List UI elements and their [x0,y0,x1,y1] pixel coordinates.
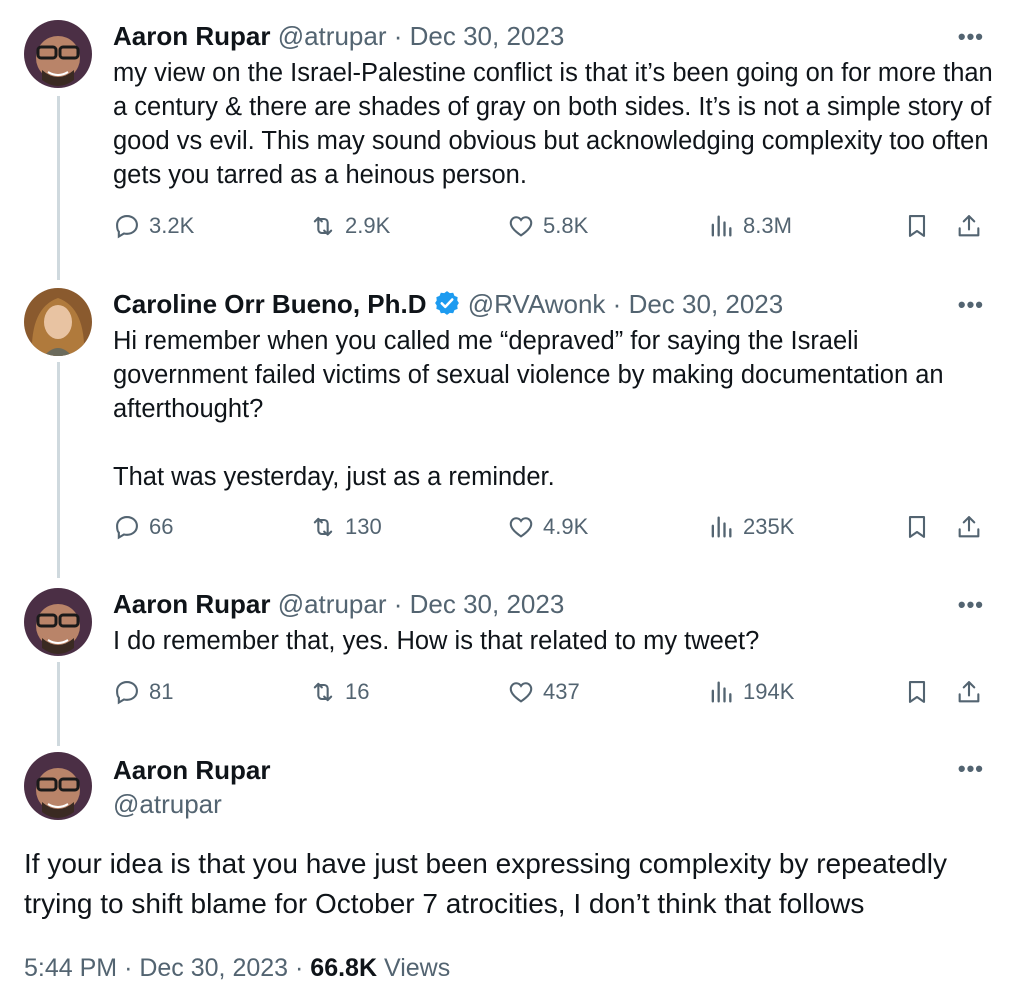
share-icon [958,516,980,538]
views-button[interactable]: 235K [707,513,794,541]
repost-button[interactable]: 16 [309,678,369,706]
views-label: Views [383,954,451,982]
tweet-paragraph: Hi remember when you called me “depraved… [113,327,944,423]
tweet-text: Hi remember when you called me “depraved… [113,324,993,494]
like-button[interactable]: 4.9K [507,513,588,541]
reply-count: 3.2K [149,213,195,238]
reply-tweet[interactable]: Caroline Orr Bueno, Ph.D @RVAwonk · Dec … [0,288,1020,558]
tweet-header: Aaron Rupar @atrupar [113,754,270,820]
more-options-icon[interactable]: ••• [958,24,984,50]
tweet-date[interactable]: Dec 30, 2023 [410,589,565,619]
tweet-text: I do remember that, yes. How is that rel… [113,627,760,655]
separator: · [393,589,403,619]
heart-icon [509,682,533,703]
share-icon [958,681,980,703]
reply-button[interactable]: 3.2K [113,212,194,240]
reply-button[interactable]: 81 [113,678,173,706]
views-button[interactable]: 8.3M [707,212,792,240]
like-button[interactable]: 437 [507,678,580,706]
action-bar: 66 130 4.9K 235K [113,513,993,553]
tweet-date[interactable]: Dec 30, 2023 [629,289,784,319]
tweet-text: If your idea is that you have just been … [24,848,947,919]
reply-count: 81 [149,679,174,704]
reply-tweet[interactable]: Aaron Rupar @atrupar · Dec 30, 2023 ••• … [0,20,1020,260]
separator: · [612,289,622,319]
separator: · [295,954,304,982]
bookmark-icon [908,215,926,237]
separator: · [393,21,403,51]
like-count: 5.8K [543,213,589,238]
tweet-paragraph: That was yesterday, just as a reminder. [113,463,555,491]
views-button[interactable]: 194K [707,678,794,706]
reply-count: 66 [149,514,174,539]
action-bar: 3.2K 2.9K 5.8K 8.3M [113,212,993,252]
avatar[interactable] [24,288,92,356]
main-tweet: Aaron Rupar @atrupar ••• If your idea is… [0,752,1020,992]
repost-button[interactable]: 2.9K [309,212,390,240]
heart-icon [509,216,533,237]
share-button[interactable] [955,212,983,240]
repost-icon [313,216,333,236]
author-handle[interactable]: @atrupar [278,589,387,619]
reply-button[interactable]: 66 [113,513,173,541]
views-count: 8.3M [743,213,792,238]
tweet-date[interactable]: Dec 30, 2023 [139,954,288,982]
avatar[interactable] [24,752,92,820]
avatar[interactable] [24,20,92,88]
views-count: 66.8K [310,954,378,982]
reply-icon [116,215,138,239]
like-count: 437 [543,679,580,704]
author-handle[interactable]: @RVAwonk [468,289,606,319]
more-options-icon[interactable]: ••• [958,592,984,618]
share-button[interactable] [955,678,983,706]
repost-button[interactable]: 130 [309,513,382,541]
bookmark-button[interactable] [903,513,931,541]
reply-icon [116,681,138,705]
repost-icon [313,682,333,702]
share-button[interactable] [955,513,983,541]
author-name[interactable]: Aaron Rupar [113,754,270,786]
heart-icon [509,517,533,538]
reply-tweet[interactable]: Aaron Rupar @atrupar · Dec 30, 2023 ••• … [0,588,1020,718]
bookmark-button[interactable] [903,212,931,240]
tweet-header: Caroline Orr Bueno, Ph.D @RVAwonk · Dec … [113,288,783,324]
author-handle[interactable]: @atrupar [113,788,270,820]
bookmark-icon [908,681,926,703]
separator: · [124,954,133,982]
bookmark-icon [908,516,926,538]
verified-badge-icon [433,289,461,324]
author-name[interactable]: Aaron Rupar [113,589,270,619]
views-count: 194K [743,679,795,704]
author-name[interactable]: Caroline Orr Bueno, Ph.D [113,289,427,319]
tweet-text: my view on the Israel-Palestine conflict… [113,59,993,189]
repost-count: 2.9K [345,213,391,238]
like-button[interactable]: 5.8K [507,212,588,240]
more-options-icon[interactable]: ••• [958,292,984,318]
repost-icon [313,517,333,537]
repost-count: 16 [345,679,370,704]
views-icon [711,215,732,237]
tweet-time[interactable]: 5:44 PM [24,954,117,982]
avatar[interactable] [24,588,92,656]
tweet-meta: 5:44 PM · Dec 30, 2023 · 66.8K Views [24,954,450,983]
tweet-header: Aaron Rupar @atrupar · Dec 30, 2023 [113,20,564,52]
views-icon [711,516,732,538]
like-count: 4.9K [543,514,589,539]
reply-icon [116,516,138,540]
action-bar: 81 16 437 194K [113,678,993,718]
more-options-icon[interactable]: ••• [958,756,984,782]
author-handle[interactable]: @atrupar [278,21,387,51]
bookmark-button[interactable] [903,678,931,706]
share-icon [958,215,980,237]
views-count: 235K [743,514,795,539]
author-name[interactable]: Aaron Rupar [113,21,270,51]
views-icon [711,681,732,703]
repost-count: 130 [345,514,382,539]
tweet-date[interactable]: Dec 30, 2023 [410,21,565,51]
tweet-header: Aaron Rupar @atrupar · Dec 30, 2023 [113,588,564,620]
